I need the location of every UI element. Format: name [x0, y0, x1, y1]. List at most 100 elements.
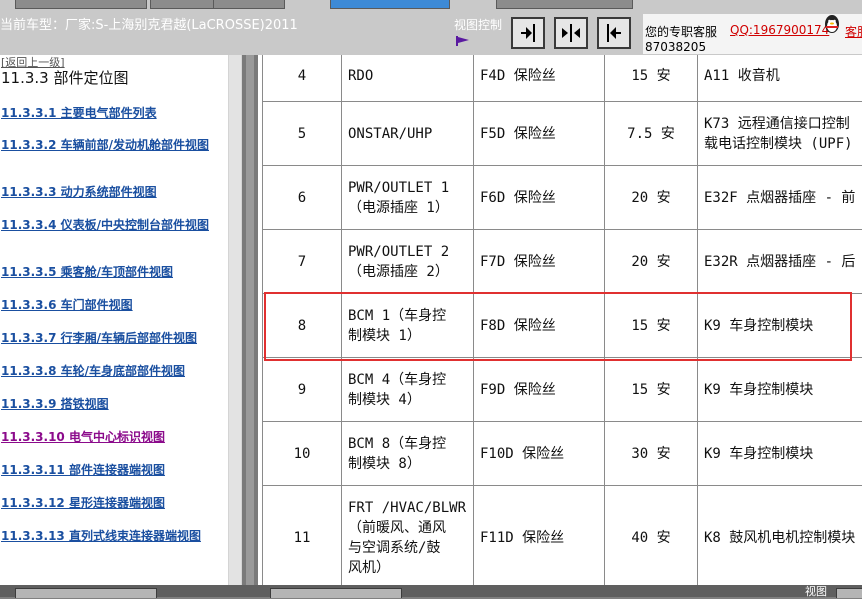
left-navigation: [返回上一级] 11.3.3 部件定位图 11.3.3.1 主要电气部件列表 1… [0, 55, 242, 585]
fuse-cell: F7D 保险丝 [473, 229, 605, 295]
amperage-cell: 15 安 [604, 357, 698, 423]
circuit-name-cell: PWR/OUTLET 1 （电源插座 1） [341, 165, 474, 231]
amperage-cell-text: 30 安 [631, 446, 671, 462]
circuit-name-cell: BCM 4（车身控 制模块 4） [341, 357, 474, 423]
fuse-cell: F11D 保险丝 [473, 485, 605, 585]
current-vehicle-label: 当前车型：厂家:S-上海别克君越(LaCROSSE)2011 [0, 18, 298, 33]
amperage-cell-text: 20 安 [631, 254, 671, 270]
split-arrows-icon [562, 24, 580, 42]
component-cell-text: E32R 点烟器插座 - 后 [704, 254, 856, 270]
bottom-bar: 视图 [0, 585, 862, 598]
nav-item-main-components[interactable]: 11.3.3.1 主要电气部件列表 [1, 105, 223, 121]
qq-link[interactable]: QQ:1967900174 [730, 23, 829, 37]
amperage-cell-text: 7.5 安 [627, 126, 675, 142]
support-label: 您的专职客服 [645, 25, 718, 39]
fuse-cell: F4D 保险丝 [473, 55, 605, 103]
amperage-cell: 20 安 [604, 229, 698, 295]
fuse-cell: F5D 保险丝 [473, 101, 605, 167]
circuit-name-cell: FRT /HVAC/BLWR （前暖风、通风 与空调系统/鼓 风机） [341, 485, 474, 585]
amperage-cell: 30 安 [604, 421, 698, 487]
row-number-cell-text: 8 [297, 318, 307, 334]
nav-item-doors[interactable]: 11.3.3.6 车门部件视图 [1, 297, 223, 313]
support-panel: 您的专职客服 QQ:1967900174 87038205 客服 [643, 14, 862, 54]
content-pane: 4 RDO F4D 保险丝 15 安 A11 收音机 5 ONSTAR/UHP F5D 保险丝… [258, 55, 862, 585]
top-tab[interactable] [15, 0, 147, 9]
nav-item-inline-connectors[interactable]: 11.3.3.13 直列式线束连接器端视图 [1, 528, 223, 544]
row-number-cell-text: 7 [297, 254, 307, 270]
component-cell-text: K9 车身控制模块 [704, 382, 814, 398]
row-number-cell-text: 5 [297, 126, 307, 142]
customer-service-link[interactable]: 客服 [845, 23, 862, 40]
fuse-cell-text: F11D 保险丝 [480, 530, 565, 546]
fuse-cell: F10D 保险丝 [473, 421, 605, 487]
circuit-name-cell-text: PWR/OUTLET 1 （电源插座 1） [348, 180, 450, 216]
amperage-cell: 20 安 [604, 165, 698, 231]
circuit-name-cell: RDO [341, 55, 474, 103]
row-number-cell: 4 [262, 55, 342, 103]
component-cell-text: K9 车身控制模块 [704, 446, 814, 462]
nav-item-powertrain[interactable]: 11.3.3.3 动力系统部件视图 [1, 184, 223, 200]
nav-item-passenger-roof[interactable]: 11.3.3.5 乘客舱/车顶部件视图 [1, 264, 223, 280]
top-tab[interactable] [150, 0, 214, 9]
amperage-cell: 40 安 [604, 485, 698, 585]
nav-item-star-connectors[interactable]: 11.3.3.12 星形连接器端视图 [1, 495, 223, 511]
amperage-cell-text: 20 安 [631, 190, 671, 206]
left-scrollbar-thumb[interactable] [229, 55, 241, 585]
circuit-name-cell-text: RDO [348, 68, 374, 84]
circuit-name-cell: BCM 8（车身控 制模块 8） [341, 421, 474, 487]
fuse-cell-text: F5D 保险丝 [480, 126, 556, 142]
pane-splitter[interactable] [242, 55, 258, 585]
circuit-name-cell-text: ONSTAR/UHP [348, 126, 433, 142]
nav-item-grounds[interactable]: 11.3.3.9 搭铁视图 [1, 396, 223, 412]
top-tab[interactable] [213, 0, 285, 9]
top-tab[interactable] [496, 0, 633, 9]
view-expand-left-button[interactable] [597, 17, 631, 49]
circuit-name-cell: ONSTAR/UHP [341, 101, 474, 167]
row-number-cell: 5 [262, 101, 342, 167]
left-scrollbar[interactable] [228, 55, 242, 585]
row-number-cell: 7 [262, 229, 342, 295]
row-number-cell: 8 [262, 293, 342, 359]
flag-icon [456, 36, 469, 46]
component-cell: K8 鼓风机电机控制模块 [697, 485, 862, 585]
component-cell: K9 车身控制模块 [697, 357, 862, 423]
amperage-cell: 7.5 安 [604, 101, 698, 167]
nav-item-front-engine[interactable]: 11.3.3.2 车辆前部/发动机舱部件视图 [1, 137, 223, 153]
nav-item-electrical-center[interactable]: 11.3.3.10 电气中心标识视图 [1, 429, 223, 445]
row-number-cell: 11 [262, 485, 342, 585]
row-number-cell-text: 6 [297, 190, 307, 206]
row-number-cell: 6 [262, 165, 342, 231]
top-bar: 当前车型：厂家:S-上海别克君越(LaCROSSE)2011 视图控制 您的专职… [0, 0, 862, 55]
circuit-name-cell-text: PWR/OUTLET 2 （电源插座 2） [348, 244, 450, 280]
circuit-name-cell: PWR/OUTLET 2 （电源插座 2） [341, 229, 474, 295]
amperage-cell-text: 15 安 [631, 318, 671, 334]
component-cell-text: K73 远程通信接口控制 载电话控制模块 (UPF) [704, 116, 853, 152]
top-tab-active[interactable] [330, 0, 450, 9]
fuse-cell-text: F6D 保险丝 [480, 190, 556, 206]
component-cell: K9 车身控制模块 [697, 421, 862, 487]
fuse-cell-text: F7D 保险丝 [480, 254, 556, 270]
amperage-cell: 15 安 [604, 55, 698, 103]
nav-item-instrument-panel[interactable]: 11.3.3.4 仪表板/中央控制台部件视图 [1, 217, 223, 233]
circuit-name-cell-text: BCM 1（车身控 制模块 1） [348, 308, 447, 344]
nav-item-component-connectors[interactable]: 11.3.3.11 部件连接器端视图 [1, 462, 223, 478]
qq-penguin-icon[interactable] [823, 14, 841, 34]
nav-section-title: 11.3.3 部件定位图 [1, 69, 129, 87]
circuit-name-cell-text: BCM 4（车身控 制模块 4） [348, 372, 447, 408]
row-number-cell-text: 4 [297, 68, 307, 84]
view-expand-right-button[interactable] [511, 17, 545, 49]
circuit-name-cell-text: FRT /HVAC/BLWR （前暖风、通风 与空调系统/鼓 风机） [348, 500, 467, 576]
nav-item-wheels-underbody[interactable]: 11.3.3.8 车轮/车身底部部件视图 [1, 363, 223, 379]
fuse-cell: F9D 保险丝 [473, 357, 605, 423]
nav-item-trunk-rear[interactable]: 11.3.3.7 行李厢/车辆后部部件视图 [1, 330, 223, 346]
arrow-left-bar-icon [607, 24, 621, 42]
pane-splitter-grip[interactable] [246, 55, 254, 585]
component-cell: E32F 点烟器插座 - 前 [697, 165, 862, 231]
amperage-cell-text: 40 安 [631, 530, 671, 546]
fuse-cell: F6D 保险丝 [473, 165, 605, 231]
component-cell-text: A11 收音机 [704, 68, 780, 84]
view-split-button[interactable] [554, 17, 588, 49]
component-cell: A11 收音机 [697, 55, 862, 103]
amperage-cell-text: 15 安 [631, 68, 671, 84]
arrow-right-bar-icon [521, 24, 535, 42]
